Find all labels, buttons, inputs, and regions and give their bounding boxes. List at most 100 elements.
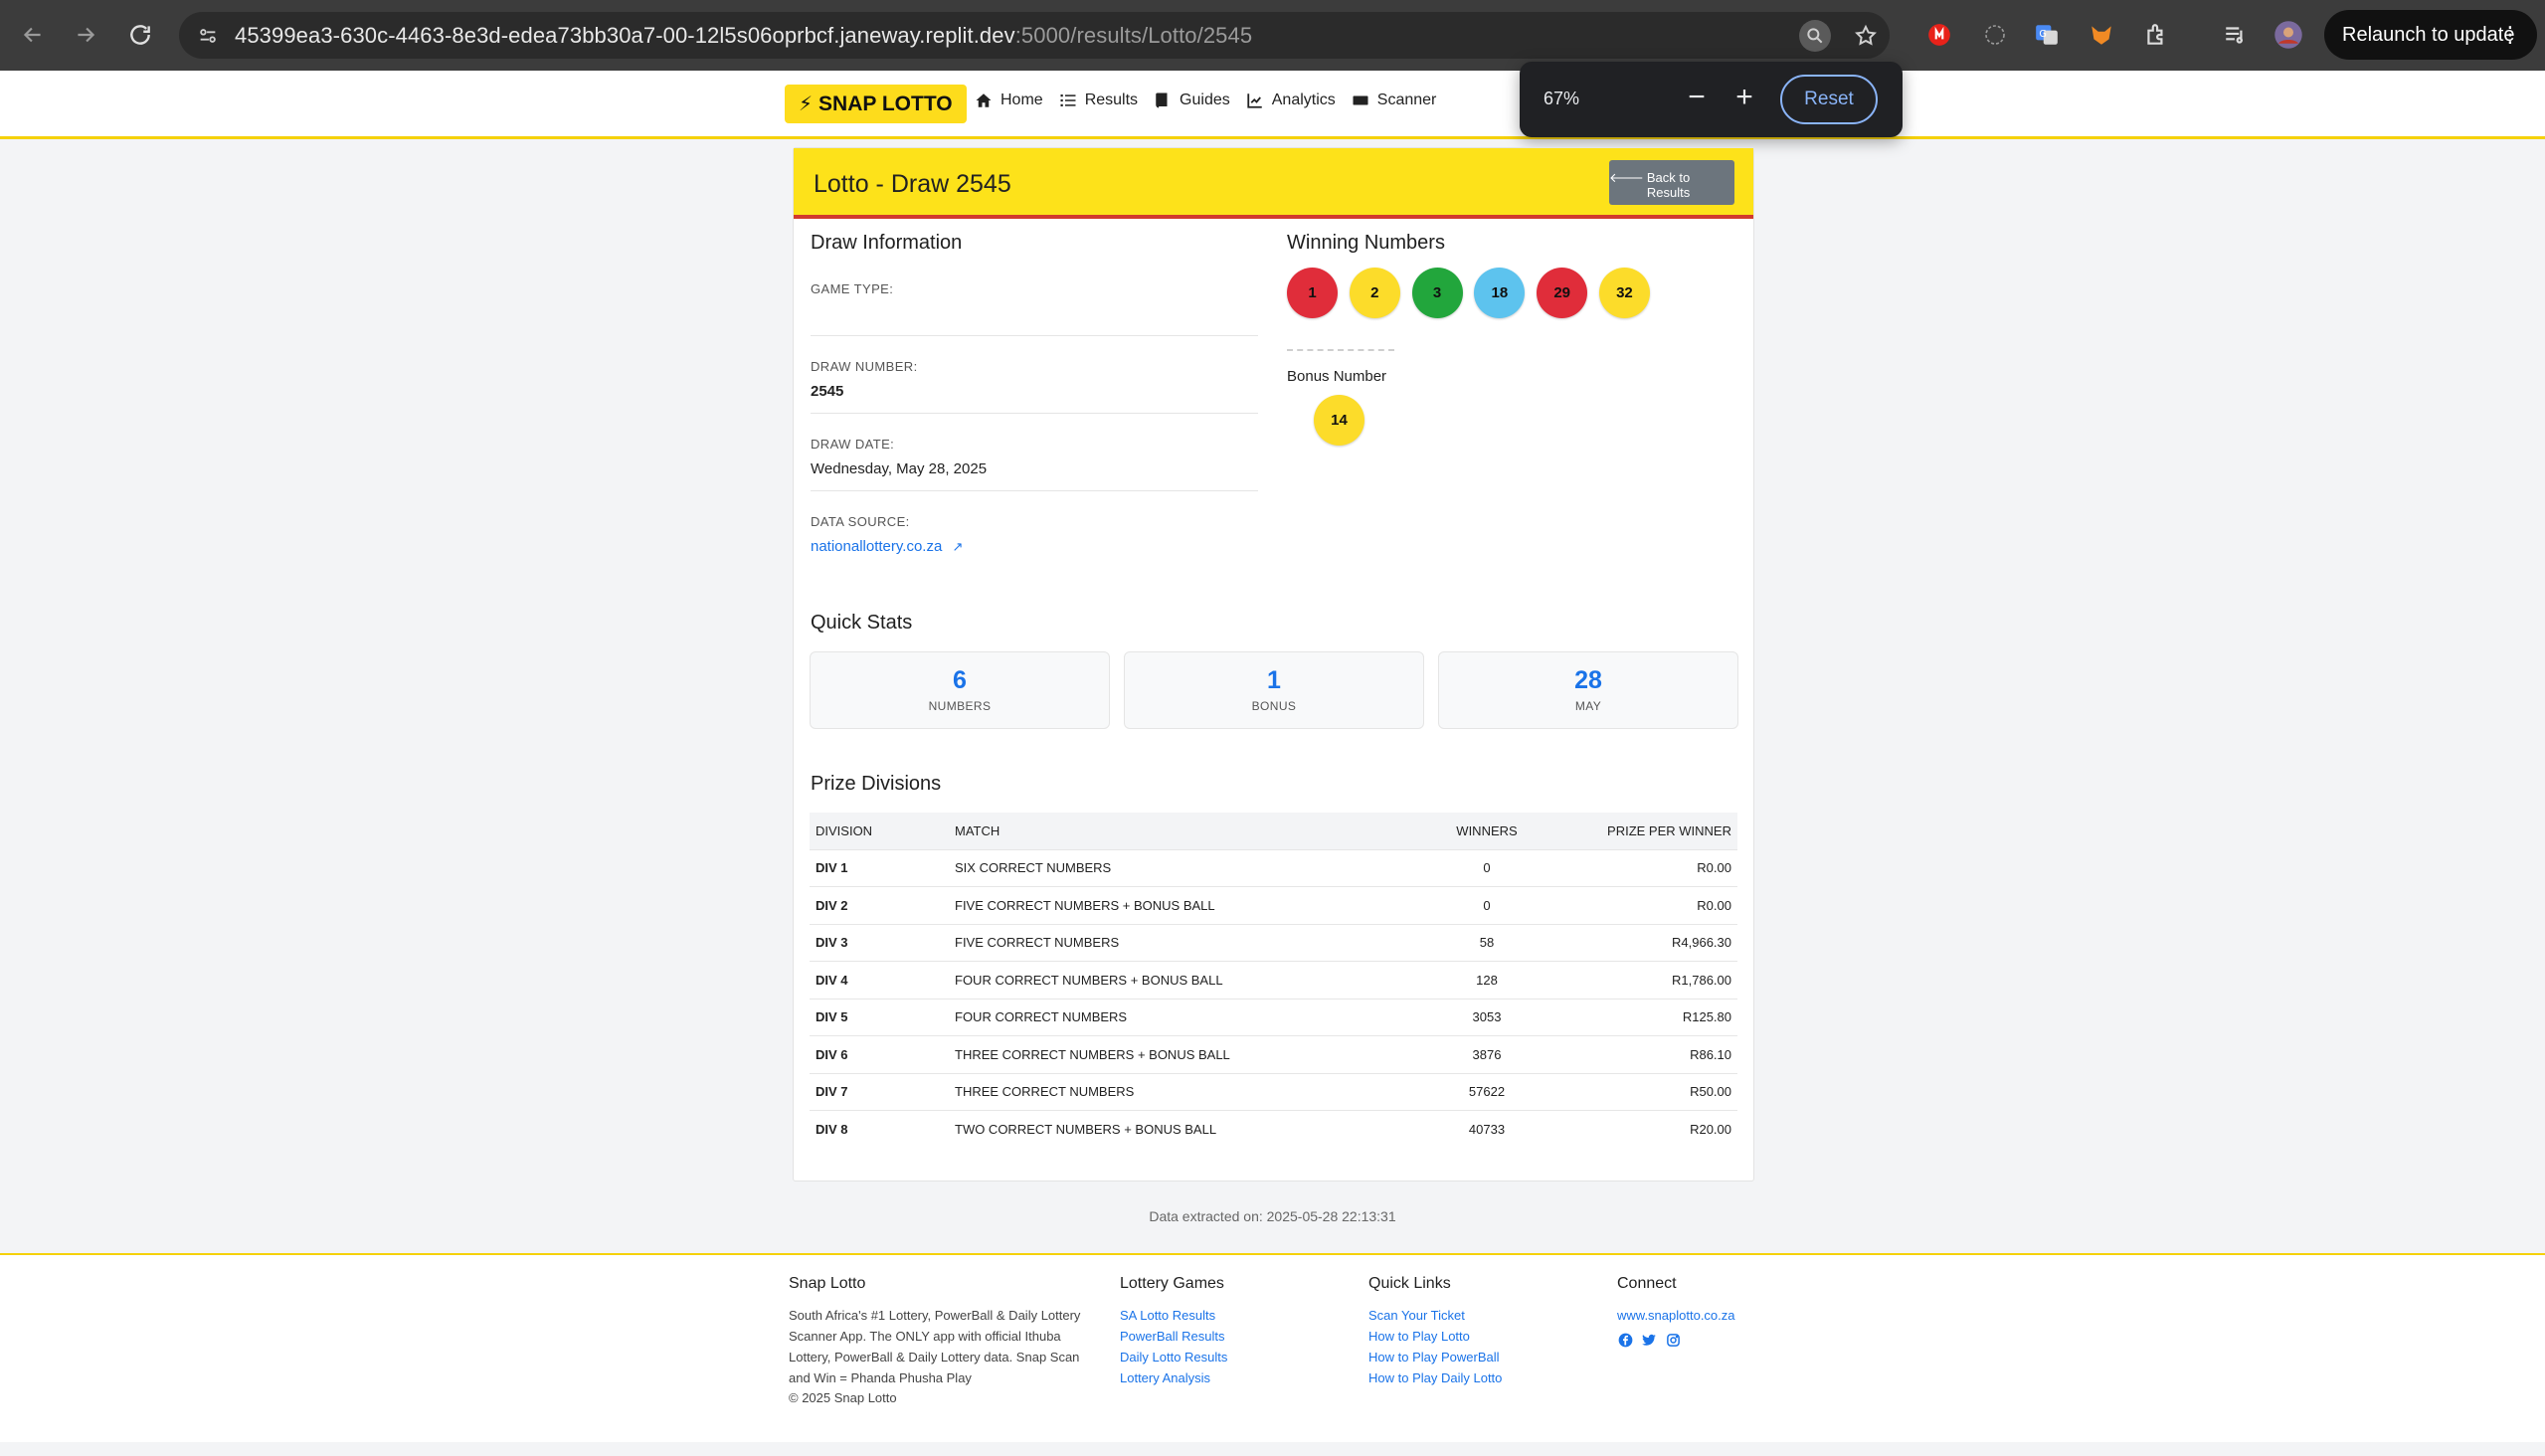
footer-about-title: Snap Lotto <box>789 1275 866 1292</box>
svg-text:G: G <box>2039 29 2047 40</box>
division-cell: DIV 7 <box>810 1072 949 1111</box>
draw-date-value: Wednesday, May 28, 2025 <box>811 460 988 477</box>
nav-results-label: Results <box>1084 91 1139 108</box>
nav-home[interactable]: Home <box>975 91 1043 109</box>
table-row: DIV 7 THREE CORRECT NUMBERS 57622 R50.00 <box>810 1072 1737 1111</box>
stat-bonus: 1 BONUS <box>1124 651 1424 729</box>
col-winners: WINNERS <box>1422 813 1551 849</box>
site-header: ⚡ SNAP LOTTO Home Results Guides Analyti… <box>0 71 2545 139</box>
prize-cell: R0.00 <box>1551 886 1737 924</box>
url-text: 45399ea3-630c-4463-8e3d-edea73bb30a7-00-… <box>235 23 1252 49</box>
back-to-results-label: Back to Results <box>1646 170 1691 200</box>
draw-info-title: Draw Information <box>811 232 963 254</box>
stat-value: 1 <box>1267 666 1281 694</box>
footer-games: Lottery Games SA Lotto Results PowerBall… <box>1120 1275 1227 1388</box>
social-links <box>1617 1332 1735 1348</box>
draw-number-value: 2545 <box>811 383 844 400</box>
home-icon <box>976 93 992 107</box>
match-cell: TWO CORRECT NUMBERS + BONUS BALL <box>949 1110 1422 1148</box>
footer-connect-title: Connect <box>1617 1275 1677 1292</box>
card-header: Lotto - Draw 2545 🡐 Back to Results <box>794 148 1753 219</box>
stat-label: BONUS <box>1251 699 1297 713</box>
prize-cell: R0.00 <box>1551 848 1737 887</box>
chart-line-icon <box>1247 93 1262 108</box>
media-queue-icon[interactable] <box>2218 17 2254 53</box>
site-info-icon[interactable] <box>193 21 223 51</box>
back-to-results-button[interactable]: 🡐 Back to Results <box>1609 160 1734 205</box>
forward-icon[interactable] <box>67 16 104 54</box>
nav-guides[interactable]: Guides <box>1154 91 1230 109</box>
prize-cell: R50.00 <box>1551 1072 1737 1111</box>
data-extracted-note: Data extracted on: 2025-05-28 22:13:31 <box>1149 1208 1396 1224</box>
winning-ball: 32 <box>1598 268 1650 318</box>
winning-ball: 3 <box>1411 268 1463 318</box>
footer-link-website[interactable]: www.snaplotto.co.za <box>1617 1305 1735 1326</box>
footer-link-powerball[interactable]: PowerBall Results <box>1120 1326 1227 1347</box>
quick-stats-title: Quick Stats <box>811 612 913 634</box>
draw-card: Lotto - Draw 2545 🡐 Back to Results Draw… <box>793 147 1754 1182</box>
prize-cell: R20.00 <box>1551 1110 1737 1148</box>
winning-ball: 18 <box>1474 268 1526 318</box>
nav-analytics[interactable]: Analytics <box>1246 91 1336 109</box>
reload-icon[interactable] <box>121 16 159 54</box>
zoom-icon[interactable] <box>1799 20 1831 52</box>
footer-link-analysis[interactable]: Lottery Analysis <box>1120 1367 1227 1388</box>
bonus-divider <box>1287 349 1394 351</box>
nav-scanner-label: Scanner <box>1376 91 1437 108</box>
data-source-link[interactable]: nationallottery.co.za ↗ <box>811 538 963 555</box>
zoom-out-icon[interactable]: − <box>1679 80 1715 115</box>
nav-results[interactable]: Results <box>1059 91 1138 109</box>
site-footer: Snap Lotto South Africa's #1 Lottery, Po… <box>0 1253 2545 1442</box>
footer-link-scan-ticket[interactable]: Scan Your Ticket <box>1368 1305 1502 1326</box>
table-row: DIV 6 THREE CORRECT NUMBERS + BONUS BALL 3… <box>810 1035 1737 1073</box>
extension-fox-icon[interactable] <box>2084 17 2119 53</box>
translate-icon[interactable]: G <box>2029 17 2065 53</box>
menu-kebab-icon[interactable]: ⋮ <box>2499 24 2521 46</box>
footer-about-text: South Africa's #1 Lottery, PowerBall & D… <box>789 1308 1081 1385</box>
url-host: 45399ea3-630c-4463-8e3d-edea73bb30a7-00-… <box>235 22 1015 48</box>
address-bar[interactable]: 45399ea3-630c-4463-8e3d-edea73bb30a7-00-… <box>179 12 1890 59</box>
back-icon[interactable] <box>14 16 52 54</box>
zoom-reset-button[interactable]: Reset <box>1780 75 1878 124</box>
division-cell: DIV 6 <box>810 1035 949 1073</box>
instagram-icon[interactable] <box>1665 1332 1681 1348</box>
table-row: DIV 8 TWO CORRECT NUMBERS + BONUS BALL 407… <box>810 1110 1737 1148</box>
draw-date-label: DRAW DATE: <box>811 437 895 452</box>
table-header-row: DIVISION MATCH WINNERS PRIZE PER WINNER <box>810 813 1737 849</box>
footer-copyright: © 2025 Snap Lotto <box>789 1390 897 1405</box>
zoom-popup: 67% − + Reset <box>1520 62 1903 137</box>
prize-table-body: DIV 1 SIX CORRECT NUMBERS 0 R0.00 DIV 2 FIVE … <box>810 848 1737 1148</box>
divider <box>811 335 1258 336</box>
nav-scanner[interactable]: Scanner <box>1352 91 1437 109</box>
division-cell: DIV 1 <box>810 848 949 887</box>
winners-cell: 57622 <box>1422 1072 1551 1111</box>
ticket-icon <box>1353 95 1368 105</box>
extension-red-icon[interactable] <box>1921 17 1957 53</box>
relaunch-to-update-button[interactable]: Relaunch to update ⋮ <box>2324 10 2537 60</box>
main-nav: Home Results Guides Analytics Scanner <box>975 91 1436 109</box>
divider <box>811 490 1258 491</box>
page-title: Lotto - Draw 2545 <box>814 170 1011 198</box>
footer-link-how-lotto[interactable]: How to Play Lotto <box>1368 1326 1502 1347</box>
data-source-label: DATA SOURCE: <box>811 514 910 529</box>
brand-logo[interactable]: ⚡ SNAP LOTTO <box>785 85 967 123</box>
footer-link-how-powerball[interactable]: How to Play PowerBall <box>1368 1347 1502 1367</box>
bolt-icon: ⚡ <box>799 93 814 115</box>
footer-link-how-daily[interactable]: How to Play Daily Lotto <box>1368 1367 1502 1388</box>
winners-cell: 3876 <box>1422 1035 1551 1073</box>
extension-circle-icon[interactable] <box>1977 17 2013 53</box>
twitter-icon[interactable] <box>1641 1332 1657 1348</box>
winners-cell: 0 <box>1422 886 1551 924</box>
footer-link-daily-lotto[interactable]: Daily Lotto Results <box>1120 1347 1227 1367</box>
stat-label: NUMBERS <box>928 699 992 713</box>
profile-avatar-icon[interactable] <box>2271 17 2306 53</box>
division-cell: DIV 4 <box>810 961 949 999</box>
winners-cell: 58 <box>1422 923 1551 962</box>
facebook-icon[interactable] <box>1617 1332 1633 1348</box>
bookmark-star-icon[interactable] <box>1850 20 1882 52</box>
match-cell: FOUR CORRECT NUMBERS <box>949 998 1422 1036</box>
footer-link-sa-lotto[interactable]: SA Lotto Results <box>1120 1305 1227 1326</box>
stat-label: MAY <box>1574 699 1602 713</box>
extensions-puzzle-icon[interactable] <box>2138 17 2174 53</box>
zoom-in-icon[interactable]: + <box>1727 80 1762 115</box>
